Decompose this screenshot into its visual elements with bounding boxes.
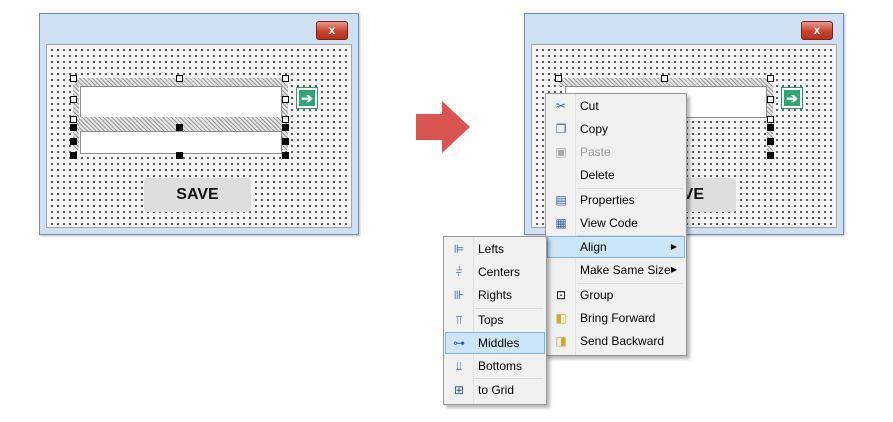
resize-handle[interactable]: [282, 96, 289, 103]
align-centers-icon: ⫩: [455, 265, 463, 279]
resize-handle[interactable]: [70, 124, 77, 131]
align-rights-icon: ⊪: [453, 288, 465, 302]
resize-handle[interactable]: [767, 75, 774, 82]
resize-handle[interactable]: [282, 124, 289, 131]
menu-item-label: Centers: [478, 265, 521, 279]
resize-handle[interactable]: [282, 152, 289, 159]
menu-item-align-tops[interactable]: ⫪ Tops: [446, 309, 544, 331]
menu-item-label: Align: [580, 240, 607, 254]
menu-item-label: View Code: [580, 216, 638, 230]
resize-handle[interactable]: [767, 96, 774, 103]
group-icon: ⊡: [555, 288, 567, 302]
bring-forward-icon: ◧: [555, 311, 567, 325]
menu-item-align-rights[interactable]: ⊪ Rights: [446, 284, 544, 306]
submenu-arrow-icon: ▶: [670, 265, 677, 274]
resize-handle[interactable]: [767, 138, 774, 145]
transition-arrow-icon: [416, 101, 470, 153]
menu-item-label: to Grid: [478, 383, 515, 397]
menu-item-view-code[interactable]: ▦ View Code: [548, 212, 684, 234]
close-button[interactable]: x: [801, 21, 833, 40]
menu-item-label: Delete: [580, 168, 615, 182]
resize-handle[interactable]: [176, 75, 183, 82]
resize-handle[interactable]: [70, 75, 77, 82]
align-to-grid-icon: ⊞: [453, 383, 465, 397]
align-tops-icon: ⫪: [455, 313, 463, 327]
menu-item-label: Group: [580, 288, 614, 302]
resize-handle[interactable]: [70, 138, 77, 145]
exit-arrow-icon: ➔: [299, 90, 315, 106]
align-middles-icon: ⊶: [453, 336, 465, 350]
align-submenu: ⊫ Lefts ⫩ Centers ⊪ Rights ⫪ Tops ⊶ Midd…: [443, 236, 547, 405]
send-backward-icon: ◨: [555, 334, 567, 348]
menu-item-label: Make Same Size: [580, 263, 671, 277]
resize-handle[interactable]: [661, 75, 668, 82]
resize-handle[interactable]: [70, 96, 77, 103]
title-bar: [40, 14, 358, 42]
save-button[interactable]: SAVE: [144, 178, 251, 212]
menu-item-bring-forward[interactable]: ◧ Bring Forward: [548, 307, 684, 329]
resize-handle[interactable]: [767, 152, 774, 159]
context-menu: ✂ Cut ❐ Copy ▣ Paste Delete ▤ Properties…: [545, 93, 687, 356]
menu-item-label: Properties: [580, 193, 635, 207]
resize-handle[interactable]: [767, 116, 774, 123]
menu-item-align-lefts[interactable]: ⊫ Lefts: [446, 238, 544, 260]
menu-item-align-bottoms[interactable]: ⫫ Bottoms: [446, 355, 544, 377]
submenu-arrow-icon: ▶: [670, 242, 677, 251]
properties-icon: ▤: [555, 193, 567, 207]
view-code-icon: ▦: [555, 216, 567, 230]
menu-item-cut[interactable]: ✂ Cut: [548, 95, 684, 117]
resize-handle[interactable]: [767, 124, 774, 131]
title-bar: [525, 14, 843, 42]
menu-item-label: Lefts: [478, 242, 505, 256]
menu-item-label: Rights: [478, 288, 513, 302]
paste-icon: ▣: [555, 145, 567, 159]
menu-item-align-centers[interactable]: ⫩ Centers: [446, 261, 544, 283]
textbox-bottom[interactable]: [80, 131, 282, 154]
menu-item-label: Middles: [478, 336, 520, 350]
menu-item-label: Bottoms: [478, 359, 523, 373]
menu-item-label: Paste: [580, 145, 611, 159]
menu-item-group[interactable]: ⊡ Group: [548, 284, 684, 306]
resize-handle[interactable]: [282, 116, 289, 123]
menu-item-label: Cut: [580, 99, 599, 113]
copy-icon: ❐: [555, 122, 567, 136]
menu-item-label: Copy: [580, 122, 609, 136]
align-lefts-icon: ⊫: [453, 242, 465, 256]
menu-item-label: Bring Forward: [580, 311, 656, 325]
menu-item-properties[interactable]: ▤ Properties: [548, 189, 684, 211]
resize-handle[interactable]: [70, 152, 77, 159]
menu-item-copy[interactable]: ❐ Copy: [548, 118, 684, 140]
resize-handle[interactable]: [282, 138, 289, 145]
menu-item-label: Send Backward: [580, 334, 665, 348]
menu-item-align-middles[interactable]: ⊶ Middles: [445, 332, 545, 354]
menu-item-align[interactable]: Align ▶: [547, 236, 685, 258]
exit-arrow-icon: ➔: [784, 90, 800, 106]
resize-handle[interactable]: [176, 124, 183, 131]
exit-icon[interactable]: ➔: [296, 87, 318, 109]
resize-handle[interactable]: [282, 75, 289, 82]
menu-item-label: Tops: [478, 313, 504, 327]
align-bottoms-icon: ⫫: [455, 359, 463, 373]
close-button[interactable]: x: [316, 21, 348, 40]
menu-item-align-to-grid[interactable]: ⊞ to Grid: [446, 379, 544, 401]
menu-item-paste[interactable]: ▣ Paste: [548, 141, 684, 163]
menu-item-delete[interactable]: Delete: [548, 164, 684, 186]
menu-item-send-backward[interactable]: ◨ Send Backward: [548, 330, 684, 352]
textbox-top[interactable]: [80, 86, 282, 118]
resize-handle[interactable]: [555, 75, 562, 82]
scissors-icon: ✂: [555, 99, 567, 113]
resize-handle[interactable]: [70, 116, 77, 123]
menu-item-make-same-size[interactable]: Make Same Size ▶: [548, 259, 684, 281]
exit-icon[interactable]: ➔: [781, 87, 803, 109]
resize-handle[interactable]: [176, 152, 183, 159]
